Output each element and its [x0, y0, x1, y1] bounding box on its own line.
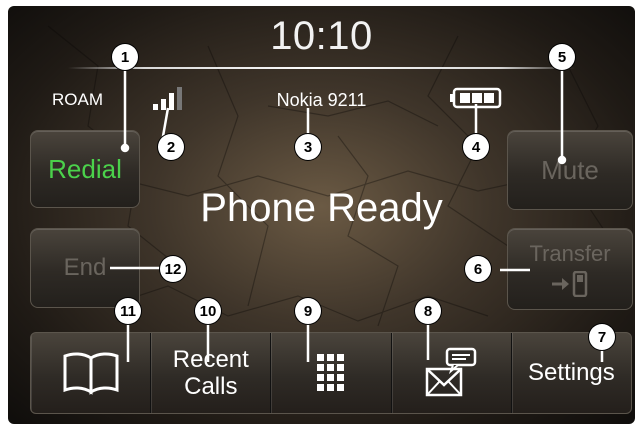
callout-1: 1 — [112, 44, 138, 70]
clock-time: 10:10 — [270, 14, 373, 58]
callout-2: 2 — [158, 134, 184, 160]
transfer-button[interactable]: Transfer — [507, 228, 633, 310]
recent-calls-line1: Recent — [172, 346, 249, 373]
callout-10: 10 — [195, 298, 221, 324]
message-envelope-icon — [425, 347, 477, 397]
bottom-menu-bar: Recent Calls Settings — [30, 332, 632, 414]
callout-4: 4 — [463, 134, 489, 160]
callout-12: 12 — [160, 256, 186, 282]
transfer-to-handset-icon — [552, 271, 588, 297]
end-label: End — [63, 254, 107, 281]
callout-8: 8 — [415, 298, 441, 324]
phonebook-button[interactable] — [31, 333, 152, 413]
redial-label: Redial — [48, 153, 122, 184]
callout-6: 6 — [465, 256, 491, 282]
callout-9: 9 — [295, 298, 321, 324]
keypad-button[interactable] — [271, 333, 392, 413]
mute-label: Mute — [541, 154, 599, 185]
phone-status-text: Phone Ready — [200, 186, 443, 230]
messaging-button[interactable] — [392, 333, 512, 413]
book-icon — [63, 352, 119, 395]
callout-7: 7 — [589, 324, 615, 350]
callout-5: 5 — [549, 44, 575, 70]
battery-icon — [450, 87, 502, 109]
recent-calls-line2: Calls — [184, 373, 238, 400]
settings-button[interactable]: Settings — [512, 333, 631, 413]
recent-calls-button[interactable]: Recent Calls — [151, 333, 272, 413]
end-call-button[interactable]: End — [30, 228, 140, 308]
keypad-icon — [317, 354, 344, 391]
callout-11: 11 — [115, 298, 141, 324]
transfer-label: Transfer — [529, 241, 611, 266]
clock-divider — [68, 67, 575, 69]
connected-phone-name: Nokia 9211 — [276, 90, 367, 110]
settings-label: Settings — [528, 359, 615, 386]
callout-3: 3 — [295, 134, 321, 160]
